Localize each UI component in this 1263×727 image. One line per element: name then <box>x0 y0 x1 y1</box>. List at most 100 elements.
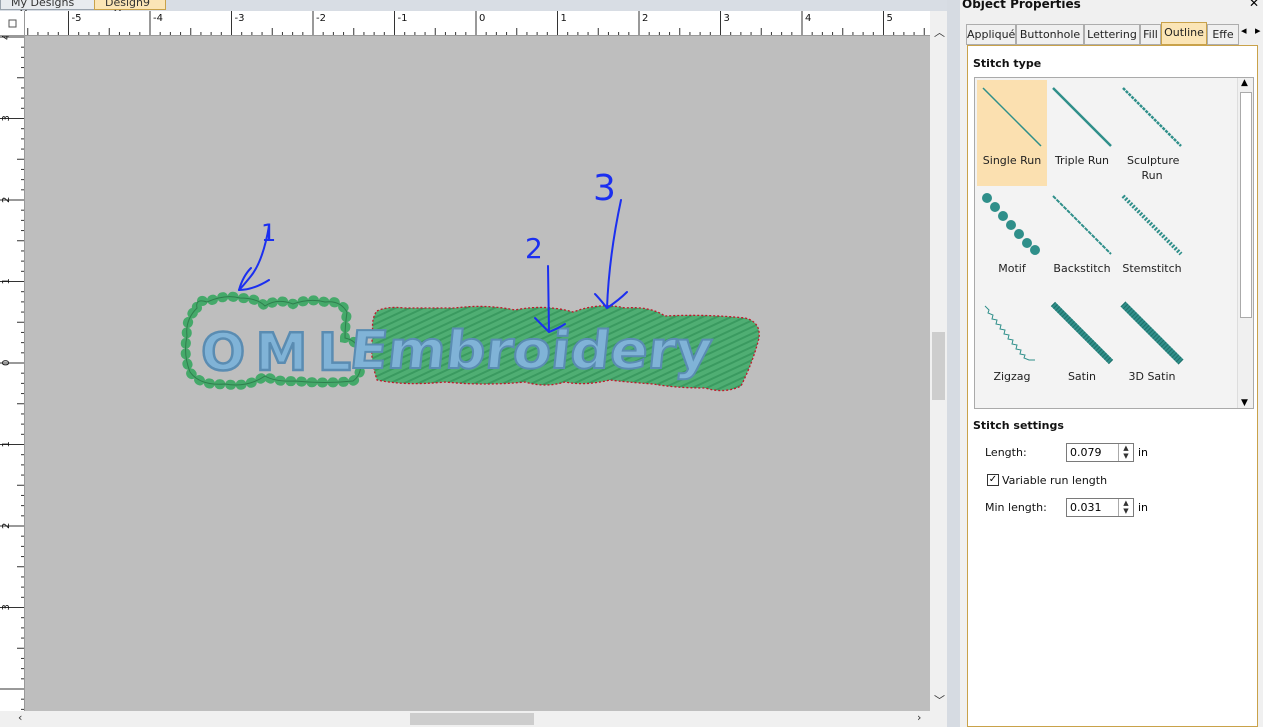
variable-run-length-label: Variable run length <box>1002 474 1108 487</box>
ruler-left-label: 1 <box>1 278 12 284</box>
chevron-left-icon[interactable]: ‹ <box>18 711 22 724</box>
design-canvas[interactable]: OML Embroidery 1 2 3 <box>25 36 930 711</box>
stemstitch-icon <box>1121 194 1183 256</box>
ruler-top-label: 1 <box>561 13 567 24</box>
vertical-scroll-thumb[interactable] <box>932 332 945 400</box>
stitch-type-title: Stitch type <box>973 57 1042 70</box>
chevron-right-icon[interactable]: › <box>917 711 921 724</box>
canvas-horizontal-scrollbar[interactable]: ‹ › <box>14 711 930 727</box>
object-properties-panel: Object Properties ✕ Appliqué Buttonhole … <box>960 0 1263 727</box>
stitch-backstitch[interactable]: Backstitch <box>1047 188 1117 294</box>
ruler-left-ticks: 4 3 2 1 0 1 2 3 <box>0 36 24 710</box>
stitch-label: Single Run <box>982 154 1042 167</box>
decrement-icon[interactable]: ▼ <box>1119 452 1133 460</box>
stitch-single-run[interactable]: Single Run <box>977 80 1047 186</box>
tab-scroll-left-icon[interactable]: ◂ <box>1241 24 1247 37</box>
stitch-label: Triple Run <box>1054 154 1110 167</box>
stitch-label: Stemstitch <box>1122 262 1182 275</box>
sculpture-run-icon <box>1122 87 1182 147</box>
annotation-label-1: 1 <box>261 219 276 247</box>
length-input[interactable] <box>1070 445 1116 460</box>
length-unit: in <box>1138 446 1149 459</box>
ruler-left-label: 2 <box>1 197 12 203</box>
length-stepper[interactable]: ▲ ▼ <box>1118 444 1133 461</box>
outline-tab-content: Stitch type Single Run Triple Run Sculpt… <box>967 45 1258 727</box>
min-length-label: Min length: <box>985 501 1047 514</box>
ruler-top-label: -2 <box>316 13 326 24</box>
tab-lettering[interactable]: Lettering <box>1084 24 1140 45</box>
stitch-sculpture-run[interactable]: Sculpture Run <box>1117 80 1187 186</box>
increment-icon[interactable]: ▲ <box>1119 444 1133 452</box>
ruler-top-label: -3 <box>235 13 245 24</box>
canvas-vertical-scrollbar[interactable]: ︿ ﹀ <box>930 22 947 711</box>
stitch-settings-title: Stitch settings <box>973 419 1064 432</box>
stitch-3d-satin[interactable]: 3D Satin <box>1117 296 1187 402</box>
ruler-top-label: -5 <box>72 13 82 24</box>
tab-my-designs[interactable]: My Designs✕ <box>0 0 95 19</box>
ruler-top-label: 5 <box>887 13 893 24</box>
tab-fill[interactable]: Fill <box>1140 24 1161 45</box>
stitch-type-gallery: Single Run Triple Run Sculpture Run Moti… <box>974 77 1254 409</box>
scroll-up-icon[interactable]: ▲ <box>1241 78 1248 88</box>
backstitch-icon <box>1052 195 1112 255</box>
panel-title: Object Properties <box>962 0 1081 11</box>
stitch-triple-run[interactable]: Triple Run <box>1047 80 1117 186</box>
annotation-label-3: 3 <box>593 168 616 209</box>
min-length-input[interactable] <box>1070 500 1116 515</box>
min-length-spinbox[interactable]: ▲▼ <box>1066 498 1134 517</box>
scroll-down-icon[interactable]: ▼ <box>1241 398 1248 408</box>
design-artwork: OML Embroidery 1 2 3 <box>180 168 760 392</box>
tab-buttonhole[interactable]: Buttonhole <box>1016 24 1084 45</box>
increment-icon[interactable]: ▲ <box>1119 499 1133 507</box>
length-spinbox[interactable]: ▲▼ <box>1066 443 1134 462</box>
annotation-label-2: 2 <box>525 232 543 265</box>
oml-motif-outline[interactable]: OML <box>180 291 366 390</box>
triple-run-icon <box>1052 87 1112 147</box>
panel-splitter[interactable] <box>947 0 960 727</box>
ruler-top-label: 2 <box>642 13 648 24</box>
stitch-label: Backstitch <box>1053 262 1111 275</box>
tab-scroll-right-icon[interactable]: ▸ <box>1255 24 1261 37</box>
stitch-label: Sculpture Run <box>1127 154 1180 182</box>
gallery-scroll-thumb[interactable] <box>1240 92 1252 318</box>
decrement-icon[interactable]: ▼ <box>1119 507 1133 515</box>
chevron-up-icon[interactable]: ︿ <box>934 24 945 40</box>
ruler-top-label: -1 <box>398 13 408 24</box>
ruler-corner <box>0 11 25 36</box>
gallery-scrollbar[interactable]: ▲ ▼ <box>1237 78 1253 408</box>
stitch-satin[interactable]: Satin <box>1047 296 1117 402</box>
ruler-left-label: 3 <box>1 115 12 121</box>
min-length-unit: in <box>1138 501 1149 514</box>
ruler-top-label: 3 <box>724 13 730 24</box>
chevron-down-icon[interactable]: ﹀ <box>934 692 945 708</box>
tab-applique[interactable]: Appliqué <box>966 24 1016 45</box>
motif-icon <box>982 193 1040 255</box>
stitch-stemstitch[interactable]: Stemstitch <box>1117 188 1187 294</box>
ruler-left: 4 3 2 1 0 1 2 3 <box>0 36 25 711</box>
ruler-top-label: 0 <box>479 13 485 24</box>
length-label: Length: <box>985 446 1027 459</box>
tab-effects[interactable]: Effe <box>1207 24 1239 45</box>
tab-design9[interactable]: Design9✕ <box>94 0 166 19</box>
embroidery-fill-object[interactable]: Embroidery <box>346 305 760 392</box>
ruler-left-label: 0 <box>1 360 12 366</box>
ruler-left-label: 2 <box>1 523 12 529</box>
tab-outline[interactable]: Outline <box>1161 22 1207 45</box>
zigzag-icon <box>984 305 1035 361</box>
min-length-stepper[interactable]: ▲ ▼ <box>1118 499 1133 516</box>
variable-run-length-checkbox[interactable]: ✓ <box>987 474 999 486</box>
stitch-zigzag[interactable]: Zigzag <box>977 296 1047 402</box>
stitch-motif[interactable]: Motif <box>977 188 1047 294</box>
ruler-left-label: 4 <box>1 36 12 40</box>
horizontal-scroll-thumb[interactable] <box>410 713 534 725</box>
close-icon[interactable]: ✕ <box>1249 0 1259 10</box>
ruler-top-label: -4 <box>153 13 163 24</box>
satin-icon <box>1050 301 1114 365</box>
oml-text: OML <box>201 323 351 383</box>
stitch-label: Motif <box>998 262 1026 275</box>
single-run-icon <box>982 87 1042 147</box>
ruler-top-ticks: -5 -4 -3 -2 -1 0 1 2 3 4 5 <box>27 11 925 35</box>
stitch-label: Satin <box>1067 370 1097 383</box>
stitch-label: Zigzag <box>993 370 1031 383</box>
stitch-label: 3D Satin <box>1128 370 1176 383</box>
